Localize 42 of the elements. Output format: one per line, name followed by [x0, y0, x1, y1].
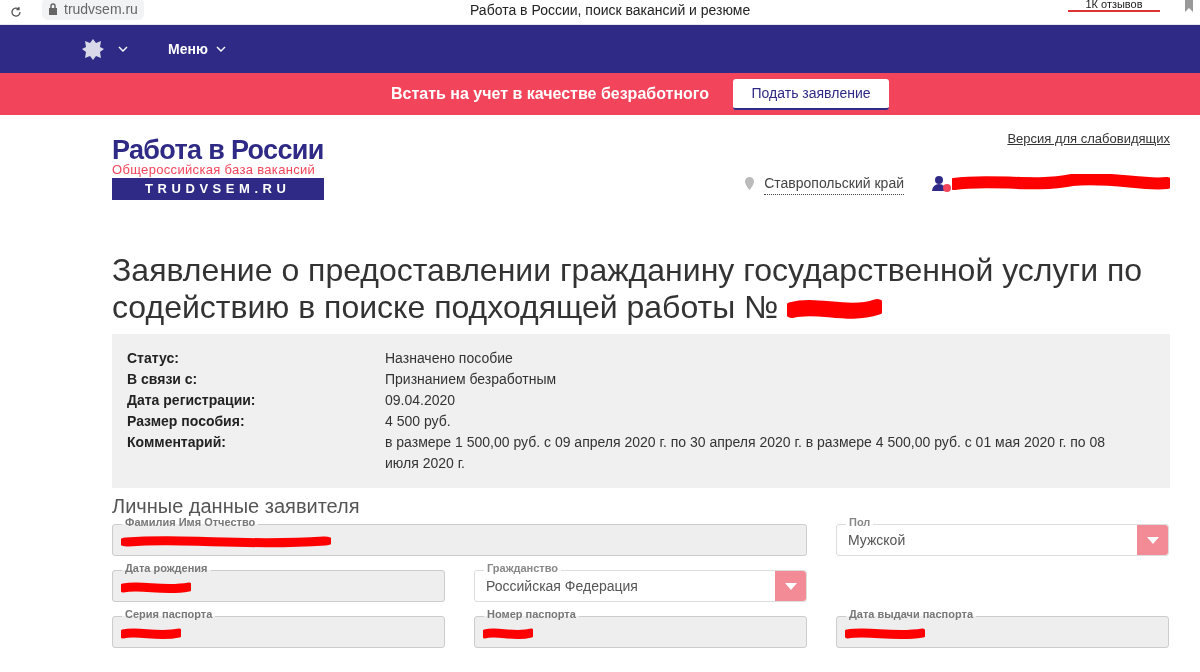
submit-application-button[interactable]: Подать заявление	[733, 78, 890, 110]
reload-icon[interactable]	[10, 6, 22, 18]
section-title: Личные данные заявителя	[112, 494, 361, 518]
field-label: Дата рождения	[122, 562, 211, 574]
field-label: Гражданство	[484, 562, 562, 574]
info-label: В связи с:	[127, 370, 199, 389]
logo-subtitle: Общероссийская база вакансий	[112, 163, 317, 176]
info-value: в размере 1 500,00 руб. с 09 апреля 2020 г. по 30 апреля 2020 г. в размере 4 500,00 руб. с 01 мая 2020 г. по 08 июля 2020 г.	[385, 433, 1106, 473]
info-value: 09.04.2020	[385, 391, 457, 410]
field-label: Пол	[846, 516, 874, 528]
chevron-down-icon[interactable]	[118, 46, 128, 52]
url-text: trudvsem.ru	[64, 0, 138, 19]
info-label: Дата регистрации:	[127, 391, 257, 410]
redaction-mark	[121, 627, 181, 641]
accessibility-link[interactable]: Версия для слабовидящих	[1007, 129, 1170, 149]
lock-icon	[48, 3, 58, 15]
logo-domain: TRUDVSEM.RU	[112, 178, 324, 200]
region-link[interactable]: Ставропольский край	[764, 172, 904, 195]
redaction-mark	[483, 627, 533, 641]
info-value: Признанием безработным	[385, 370, 558, 389]
field-label: Фамилия Имя Отчество	[122, 516, 259, 528]
address-bar[interactable]: trudvsem.ru	[42, 0, 144, 20]
page-title: Заявление о предоставлении гражданину государственной услуги по содействию в поиске подходящей работы №	[112, 252, 1144, 326]
field-label: Дата выдачи паспорта	[846, 608, 977, 620]
logo-title[interactable]: Работа в России	[112, 137, 324, 163]
menu-button[interactable]: Меню	[168, 38, 226, 60]
info-value: 4 500 руб.	[385, 412, 452, 431]
location-pin-icon	[745, 177, 755, 190]
field-label: Номер паспорта	[484, 608, 579, 620]
bookmark-icon[interactable]	[1184, 0, 1194, 12]
info-label: Статус:	[127, 349, 180, 368]
reviews-badge[interactable]: 1К отзывов	[1068, 0, 1160, 12]
field-label: Серия паспорта	[122, 608, 216, 620]
emblem-icon[interactable]	[80, 37, 106, 61]
user-icon[interactable]	[932, 174, 952, 193]
banner-text: Встать на учет в качестве безработного	[390, 84, 710, 104]
info-label: Комментарий:	[127, 433, 227, 452]
chevron-down-icon[interactable]	[215, 46, 226, 52]
tab-title: Работа в России, поиск вакансий и резюме	[470, 1, 751, 20]
info-value: Назначено пособие	[385, 349, 514, 368]
info-label: Размер пособия:	[127, 412, 246, 431]
redaction-mark	[121, 581, 191, 595]
